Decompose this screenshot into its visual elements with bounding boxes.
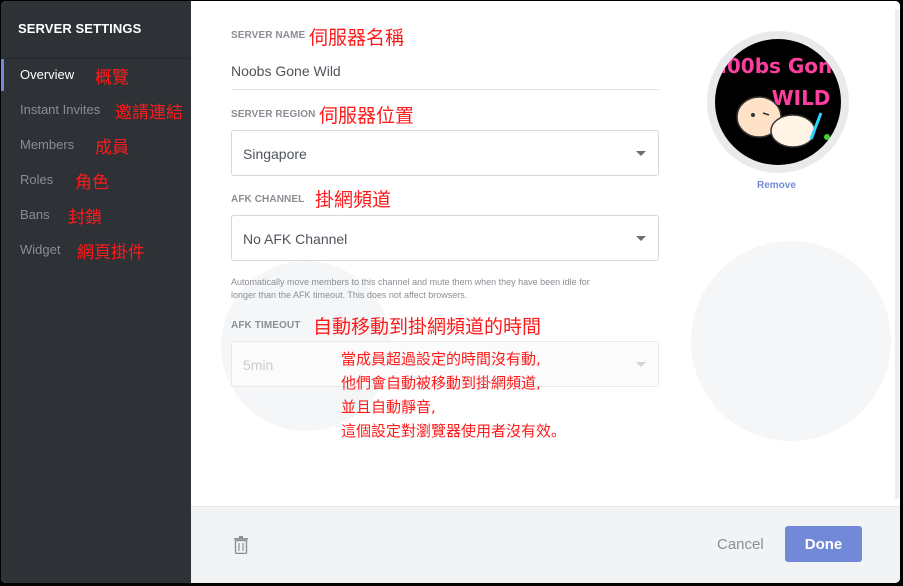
sidebar: SERVER SETTINGS Overview 概覽 Instant Invi… xyxy=(1,1,191,583)
modal-footer: Cancel Done xyxy=(191,506,900,583)
sidebar-item-label: Roles xyxy=(20,172,54,187)
sidebar-item-label: Overview xyxy=(20,67,75,82)
exclamation-icon xyxy=(824,134,830,140)
server-region-label: SERVER REGION xyxy=(231,109,316,120)
server-name-input[interactable]: Noobs Gone Wild xyxy=(231,63,341,79)
note-line: 這個設定對瀏覽器使用者沒有效。 xyxy=(341,422,567,440)
sidebar-item-annotation: 網頁掛件 xyxy=(77,243,145,263)
sidebar-title: SERVER SETTINGS xyxy=(18,21,142,36)
afk-timeout-label: AFK TIMEOUT xyxy=(231,320,301,331)
note-line: 他們會自動被移動到掛網頻道, xyxy=(341,374,541,392)
background-watermark xyxy=(691,241,891,441)
settings-content: SERVER NAME 伺服器名稱 Noobs Gone Wild SERVER… xyxy=(191,1,900,506)
logo-line1: N00bs Gone xyxy=(715,54,841,78)
trash-icon[interactable] xyxy=(233,536,249,554)
server-name-annotation: 伺服器名稱 xyxy=(309,27,405,49)
sidebar-item-annotation: 邀請連結 xyxy=(115,103,183,123)
server-region-annotation: 伺服器位置 xyxy=(319,105,415,127)
afk-channel-annotation: 掛網頻道 xyxy=(315,189,392,211)
done-button[interactable]: Done xyxy=(785,526,862,562)
sidebar-item-label: Bans xyxy=(20,207,50,222)
sidebar-item-annotation: 封鎖 xyxy=(68,208,102,228)
logo-line2: WILD xyxy=(772,86,831,110)
afk-note-annotation: 當成員超過設定的時間沒有動, 他們會自動被移動到掛網頻道, 並且自動靜音, 這個… xyxy=(341,347,566,443)
afk-channel-value: No AFK Channel xyxy=(243,231,348,247)
afk-help-line: Automatically move members to this chann… xyxy=(231,277,590,287)
afk-channel-label: AFK CHANNEL xyxy=(231,194,305,205)
content-scrollbar[interactable] xyxy=(892,1,900,506)
afk-timeout-annotation: 自動移動到掛網頻道的時間 xyxy=(313,316,542,338)
afk-channel-select[interactable]: No AFK Channel xyxy=(231,215,659,261)
sidebar-item-overview[interactable]: Overview 概覽 xyxy=(1,59,191,91)
server-name-underline xyxy=(231,89,659,90)
sidebar-item-annotation: 成員 xyxy=(95,138,129,158)
server-name-label: SERVER NAME xyxy=(231,30,306,41)
baby-body-icon xyxy=(770,114,816,148)
server-icon-art: N00bs Gone WILD xyxy=(715,54,841,148)
sidebar-item-bans[interactable]: Bans 封鎖 xyxy=(1,199,191,231)
sidebar-item-annotation: 概覽 xyxy=(95,68,129,88)
sidebar-item-label: Widget xyxy=(20,242,61,257)
remove-icon-button[interactable]: Remove xyxy=(757,180,796,191)
afk-channel-help: Automatically move members to this chann… xyxy=(231,276,661,302)
server-region-value: Singapore xyxy=(243,146,307,162)
chevron-down-icon xyxy=(636,362,646,367)
sidebar-item-members[interactable]: Members 成員 xyxy=(1,129,191,161)
afk-timeout-value: 5min xyxy=(243,357,274,373)
server-settings-modal: SERVER SETTINGS Overview 概覽 Instant Invi… xyxy=(1,1,900,583)
sidebar-item-label: Members xyxy=(20,137,75,152)
sidebar-item-instant-invites[interactable]: Instant Invites 邀請連結 xyxy=(1,94,191,126)
note-line: 當成員超過設定的時間沒有動, xyxy=(341,350,541,368)
chevron-down-icon xyxy=(636,151,646,156)
sidebar-item-widget[interactable]: Widget 網頁掛件 xyxy=(1,234,191,266)
sidebar-item-annotation: 角色 xyxy=(75,173,109,193)
active-indicator xyxy=(1,59,4,91)
cancel-button[interactable]: Cancel xyxy=(717,536,764,553)
scrollbar-thumb[interactable] xyxy=(895,9,899,499)
server-icon-image: N00bs Gone WILD xyxy=(715,39,841,165)
sidebar-item-roles[interactable]: Roles 角色 xyxy=(1,164,191,196)
afk-help-line: longer than the AFK timeout. This does n… xyxy=(231,290,468,300)
server-region-select[interactable]: Singapore xyxy=(231,130,659,176)
sidebar-item-label: Instant Invites xyxy=(20,102,101,117)
chevron-down-icon xyxy=(636,236,646,241)
note-line: 並且自動靜音, xyxy=(341,398,436,416)
eye-icon xyxy=(751,113,755,117)
server-icon-upload[interactable]: N00bs Gone WILD xyxy=(707,31,849,173)
